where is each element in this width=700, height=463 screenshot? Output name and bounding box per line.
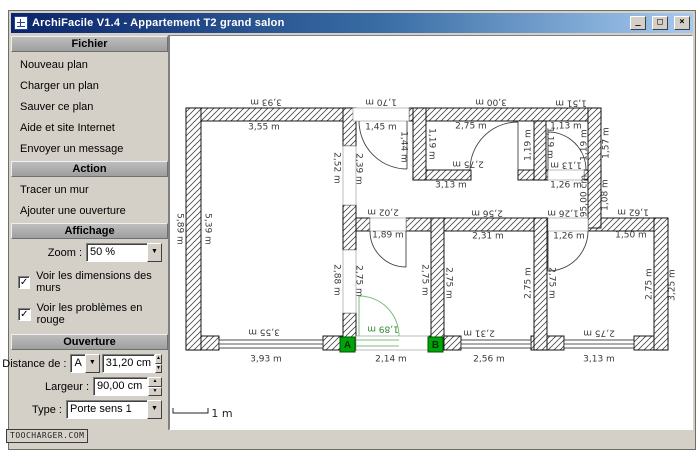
svg-text:1,19 m: 1,19 m	[427, 128, 437, 160]
svg-text:2,56 m: 2,56 m	[473, 355, 505, 365]
checkbox-voir-problemes-label: Voir les problèmes en rouge	[37, 302, 168, 326]
scale-ruler: 1 m	[173, 407, 233, 420]
svg-text:2,56 m: 2,56 m	[471, 208, 503, 218]
menu-item-tracer-un-mur[interactable]: Tracer un mur	[11, 180, 168, 201]
largeur-label: Largeur :	[45, 381, 89, 393]
status-bar	[11, 430, 693, 447]
chevron-down-icon[interactable]: ▼	[147, 243, 162, 262]
distance-label: Distance de :	[2, 358, 66, 370]
svg-text:5,39 m: 5,39 m	[203, 213, 213, 245]
svg-text:2,75 m: 2,75 m	[452, 159, 484, 169]
close-button[interactable]: ×	[674, 16, 690, 30]
type-combobox[interactable]: Porte sens 1 ▼	[66, 400, 162, 419]
distance-input[interactable]: 31,20 cm	[102, 354, 155, 373]
distance-ref-value: A	[70, 354, 84, 373]
app-icon	[14, 16, 28, 30]
largeur-stepper[interactable]: ▲ ▼	[148, 377, 162, 396]
svg-text:1,51 m: 1,51 m	[555, 98, 587, 108]
svg-text:1,70 m: 1,70 m	[365, 97, 397, 107]
drawing-canvas[interactable]: A B 3,93 m 1,70 m 3,00 m 1,51 m 3,55 m 1,45 m 2…	[169, 35, 693, 430]
spin-down-icon[interactable]: ▼	[155, 364, 162, 374]
svg-text:3,25 m: 3,25 m	[668, 269, 678, 301]
svg-text:2,88 m: 2,88 m	[332, 264, 342, 296]
checkbox-voir-dimensions[interactable]: ✓	[18, 276, 30, 289]
svg-text:2,75 m: 2,75 m	[444, 267, 454, 299]
svg-text:1,50 m: 1,50 m	[615, 231, 647, 241]
svg-text:1,45 m: 1,45 m	[365, 123, 397, 133]
svg-text:2,75 m: 2,75 m	[583, 328, 615, 338]
svg-text:1,13 m: 1,13 m	[550, 160, 582, 170]
section-header-action: Action	[11, 161, 168, 177]
menu-item-charger-un-plan[interactable]: Charger un plan	[11, 76, 168, 97]
spin-up-icon[interactable]: ▲	[148, 377, 162, 387]
svg-text:3,93 m: 3,93 m	[250, 355, 282, 365]
svg-text:2,75 m: 2,75 m	[547, 267, 557, 299]
svg-text:5,89 m: 5,89 m	[175, 213, 185, 245]
svg-text:1,57 m: 1,57 m	[602, 127, 612, 159]
svg-text:3,13 m: 3,13 m	[583, 355, 615, 365]
distance-ref-combobox[interactable]: A ▼	[70, 354, 99, 373]
svg-text:1,08 m: 1,08 m	[601, 179, 611, 211]
zoom-combobox[interactable]: 50 % ▼	[86, 243, 162, 262]
svg-text:3,55 m: 3,55 m	[248, 327, 280, 337]
svg-text:1,26 m: 1,26 m	[547, 208, 579, 218]
svg-text:1,19 m: 1,19 m	[580, 129, 590, 161]
toocharger-watermark: TOOCHARGER.COM	[6, 429, 88, 443]
floor-plan-svg[interactable]: A B 3,93 m 1,70 m 3,00 m 1,51 m 3,55 m 1,45 m 2…	[170, 36, 692, 429]
svg-text:A: A	[344, 340, 351, 351]
spin-down-icon[interactable]: ▼	[148, 387, 162, 397]
svg-text:1,19 m: 1,19 m	[545, 127, 555, 159]
menu-item-sauver-ce-plan[interactable]: Sauver ce plan	[11, 97, 168, 118]
svg-text:3,55 m: 3,55 m	[248, 123, 280, 133]
svg-text:2,31 m: 2,31 m	[472, 232, 504, 242]
menu-item-aide-internet[interactable]: Aide et site Internet	[11, 118, 168, 139]
window-title: ArchiFacile V1.4 - Appartement T2 grand …	[32, 17, 624, 29]
svg-text:2,75 m: 2,75 m	[645, 268, 655, 300]
svg-text:1,89 m: 1,89 m	[372, 231, 404, 241]
svg-text:3,13 m: 3,13 m	[435, 181, 467, 191]
svg-text:B: B	[432, 340, 439, 351]
type-value: Porte sens 1	[66, 400, 147, 419]
svg-text:1,19 m: 1,19 m	[524, 129, 534, 161]
menu-item-envoyer-message[interactable]: Envoyer un message	[11, 139, 168, 160]
svg-text:2,75 m: 2,75 m	[524, 267, 534, 299]
svg-text:2,75 m: 2,75 m	[455, 122, 487, 132]
svg-text:1,89 m: 1,89 m	[367, 324, 399, 334]
svg-text:2,75 m: 2,75 m	[420, 264, 430, 296]
checkbox-voir-dimensions-label: Voir les dimensions des murs	[36, 270, 168, 294]
app-window: ArchiFacile V1.4 - Appartement T2 grand …	[8, 10, 696, 450]
zoom-label: Zoom :	[48, 247, 82, 259]
svg-text:3,93 m: 3,93 m	[250, 97, 282, 107]
svg-text:2,14 m: 2,14 m	[375, 355, 407, 365]
section-header-affichage: Affichage	[11, 223, 168, 239]
zoom-value: 50 %	[86, 243, 147, 262]
svg-text:2,75 m: 2,75 m	[354, 265, 364, 297]
svg-text:1,62 m: 1,62 m	[617, 207, 649, 217]
menu-item-nouveau-plan[interactable]: Nouveau plan	[11, 55, 168, 76]
svg-text:1 m: 1 m	[211, 407, 232, 420]
title-bar[interactable]: ArchiFacile V1.4 - Appartement T2 grand …	[11, 13, 693, 33]
svg-text:2,02 m: 2,02 m	[367, 207, 399, 217]
largeur-input[interactable]: 90,00 cm	[93, 377, 148, 396]
svg-text:1,26 m: 1,26 m	[550, 181, 582, 191]
section-header-ouverture: Ouverture	[11, 334, 168, 350]
svg-text:2,31 m: 2,31 m	[463, 328, 495, 338]
svg-text:3,00 m: 3,00 m	[475, 97, 507, 107]
chevron-down-icon[interactable]: ▼	[147, 400, 162, 419]
svg-text:1,26 m: 1,26 m	[553, 232, 585, 242]
svg-text:1,44 m: 1,44 m	[399, 131, 409, 163]
section-header-fichier: Fichier	[11, 36, 168, 52]
svg-text:95,00 cm: 95,00 cm	[580, 175, 590, 217]
minimize-button[interactable]: _	[630, 16, 646, 30]
svg-text:2,39 m: 2,39 m	[354, 153, 364, 185]
spin-up-icon[interactable]: ▲	[155, 354, 162, 364]
chevron-down-icon[interactable]: ▼	[85, 354, 100, 373]
maximize-button[interactable]: □	[652, 16, 668, 30]
type-label: Type :	[32, 404, 62, 416]
svg-text:2,52 m: 2,52 m	[332, 152, 342, 184]
sidebar: Fichier Nouveau plan Charger un plan Sau…	[11, 35, 169, 431]
checkbox-voir-problemes[interactable]: ✓	[18, 308, 31, 321]
distance-stepper[interactable]: ▲ ▼	[155, 354, 162, 373]
menu-item-ajouter-ouverture[interactable]: Ajouter une ouverture	[11, 201, 168, 222]
